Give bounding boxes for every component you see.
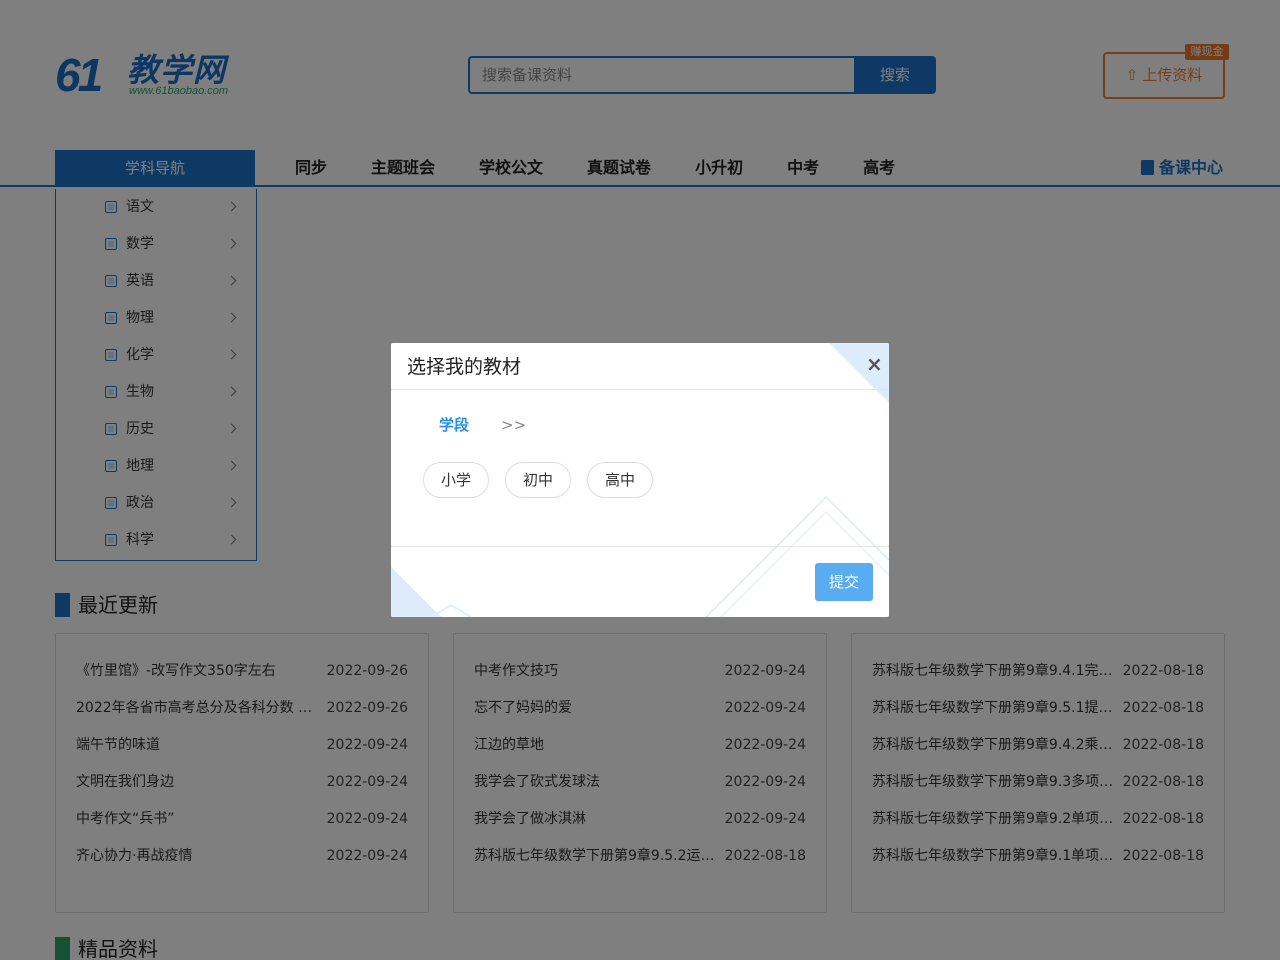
submit-button[interactable]: 提交 (815, 563, 873, 601)
tab-stage[interactable]: 学段 (439, 413, 469, 437)
dialog-footer-divider (391, 546, 889, 547)
option-senior-high[interactable]: 高中 (587, 462, 653, 498)
dialog-title: 选择我的教材 (407, 356, 522, 378)
option-primary[interactable]: 小学 (423, 462, 489, 498)
textbook-select-dialog: 选择我的教材 × 学段 >> 小学 初中 高中 提交 (391, 343, 889, 617)
stage-options: 小学 初中 高中 (423, 462, 653, 498)
close-icon[interactable]: × (866, 352, 883, 376)
dialog-header-divider (391, 389, 889, 390)
option-junior-high[interactable]: 初中 (505, 462, 571, 498)
breadcrumb-separator: >> (501, 416, 527, 434)
